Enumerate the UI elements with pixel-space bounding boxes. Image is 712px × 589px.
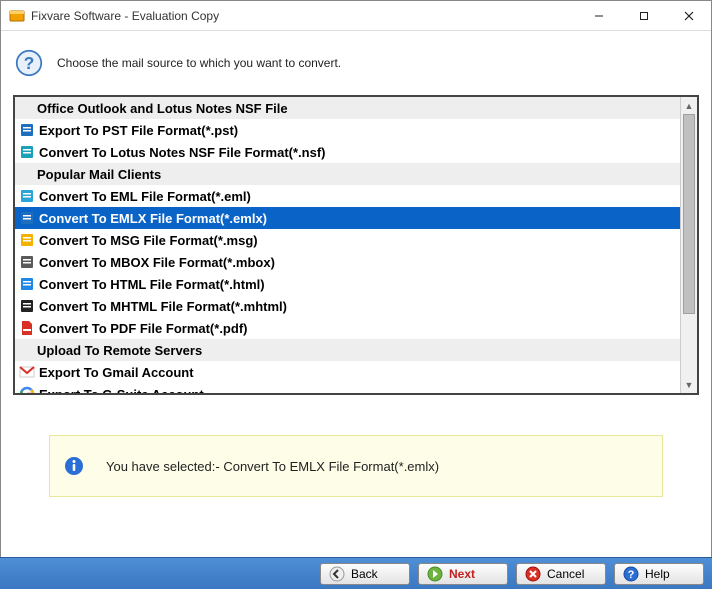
help-button[interactable]: ? Help — [614, 563, 704, 585]
cancel-label: Cancel — [547, 567, 584, 581]
app-icon — [9, 8, 25, 24]
format-option[interactable]: Convert To Lotus Notes NSF File Format(*… — [15, 141, 680, 163]
format-option[interactable]: Convert To MBOX File Format(*.mbox) — [15, 251, 680, 273]
format-option[interactable]: Export To Gmail Account — [15, 361, 680, 383]
cancel-icon — [525, 566, 541, 582]
info-icon — [64, 456, 84, 476]
minimize-button[interactable] — [576, 1, 621, 30]
pst-icon — [19, 122, 35, 138]
format-option[interactable]: Convert To EML File Format(*.eml) — [15, 185, 680, 207]
msg-icon — [19, 232, 35, 248]
format-option-label: Convert To MBOX File Format(*.mbox) — [39, 255, 275, 270]
section-header: Office Outlook and Lotus Notes NSF File — [15, 97, 680, 119]
close-button[interactable] — [666, 1, 711, 30]
info-panel: You have selected:- Convert To EMLX File… — [49, 435, 663, 497]
svg-text:?: ? — [628, 569, 635, 581]
format-option-label: Convert To HTML File Format(*.html) — [39, 277, 265, 292]
format-option[interactable]: Convert To MHTML File Format(*.mhtml) — [15, 295, 680, 317]
next-arrow-icon — [427, 566, 443, 582]
section-header: Upload To Remote Servers — [15, 339, 680, 361]
section-header: Popular Mail Clients — [15, 163, 680, 185]
back-label: Back — [351, 567, 378, 581]
format-option[interactable]: Convert To EMLX File Format(*.emlx) — [15, 207, 680, 229]
format-option[interactable]: Export To G-Suite Account — [15, 383, 680, 393]
format-list: Office Outlook and Lotus Notes NSF File E… — [13, 95, 699, 395]
format-option-label: Export To G-Suite Account — [39, 387, 204, 394]
svg-text:?: ? — [24, 53, 35, 73]
eml-icon — [19, 188, 35, 204]
help-label: Help — [645, 567, 670, 581]
format-option-label: Convert To EMLX File Format(*.emlx) — [39, 211, 267, 226]
format-option-label: Convert To PDF File Format(*.pdf) — [39, 321, 247, 336]
mhtml-icon — [19, 298, 35, 314]
next-button[interactable]: Next — [418, 563, 508, 585]
format-option-label: Convert To Lotus Notes NSF File Format(*… — [39, 145, 326, 160]
format-option[interactable]: Convert To PDF File Format(*.pdf) — [15, 317, 680, 339]
pdf-icon — [19, 320, 35, 336]
format-option[interactable]: Export To PST File Format(*.pst) — [15, 119, 680, 141]
next-label: Next — [449, 567, 475, 581]
scroll-thumb[interactable] — [683, 114, 695, 314]
titlebar: Fixvare Software - Evaluation Copy — [1, 1, 711, 31]
info-message: You have selected:- Convert To EMLX File… — [106, 459, 439, 474]
emlx-icon — [19, 210, 35, 226]
format-option-label: Convert To MSG File Format(*.msg) — [39, 233, 258, 248]
mbox-icon — [19, 254, 35, 270]
footer: Back Next Cancel ? Help — [0, 557, 712, 589]
scroll-down-arrow[interactable]: ▼ — [681, 376, 697, 393]
format-option[interactable]: Convert To MSG File Format(*.msg) — [15, 229, 680, 251]
format-option-label: Convert To EML File Format(*.eml) — [39, 189, 251, 204]
nsf-icon — [19, 144, 35, 160]
scrollbar[interactable]: ▲ ▼ — [680, 97, 697, 393]
window-title: Fixvare Software - Evaluation Copy — [31, 9, 576, 23]
format-option[interactable]: Convert To HTML File Format(*.html) — [15, 273, 680, 295]
scroll-up-arrow[interactable]: ▲ — [681, 97, 697, 114]
format-option-label: Export To PST File Format(*.pst) — [39, 123, 238, 138]
back-arrow-icon — [329, 566, 345, 582]
gmail-icon — [19, 364, 35, 380]
maximize-button[interactable] — [621, 1, 666, 30]
back-button[interactable]: Back — [320, 563, 410, 585]
format-list-inner[interactable]: Office Outlook and Lotus Notes NSF File E… — [15, 97, 697, 393]
gsuite-icon — [19, 386, 35, 393]
format-option-label: Export To Gmail Account — [39, 365, 194, 380]
format-option-label: Convert To MHTML File Format(*.mhtml) — [39, 299, 287, 314]
scroll-track[interactable] — [681, 114, 697, 376]
instruction-bar: ? Choose the mail source to which you wa… — [1, 31, 711, 95]
instruction-text: Choose the mail source to which you want… — [57, 56, 341, 70]
help-icon: ? — [15, 49, 43, 77]
cancel-button[interactable]: Cancel — [516, 563, 606, 585]
html-icon — [19, 276, 35, 292]
help-button-icon: ? — [623, 566, 639, 582]
